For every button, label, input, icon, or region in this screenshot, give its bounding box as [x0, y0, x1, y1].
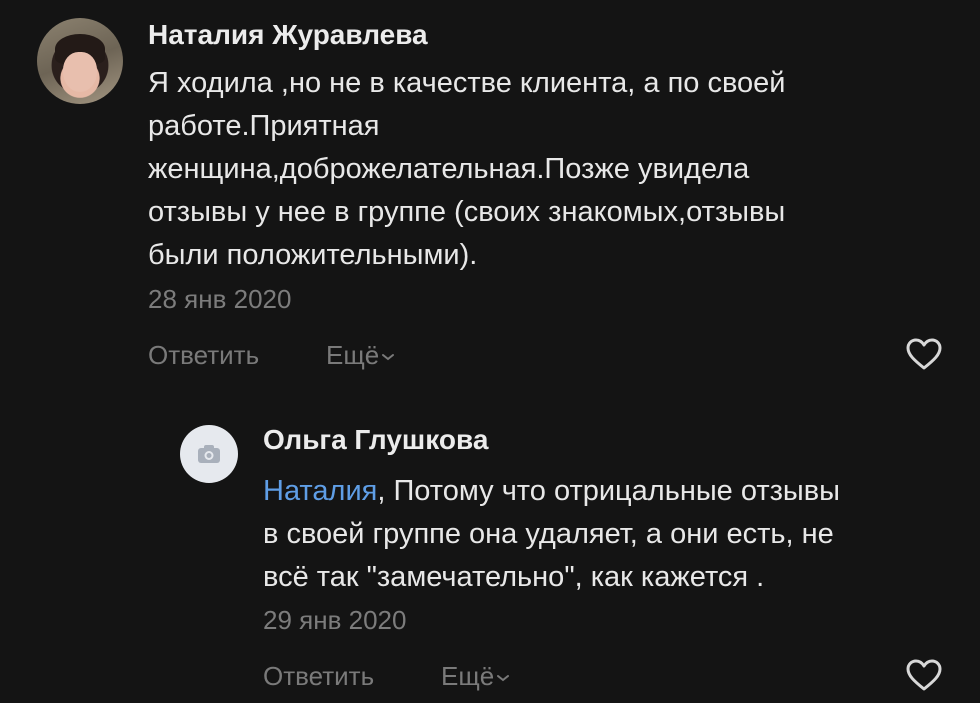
heart-icon[interactable]: [905, 337, 943, 371]
comment-text-line: Наталия, Потому что отрицальные отзывы: [263, 470, 943, 513]
camera-icon: [198, 445, 220, 463]
avatar-face: [63, 52, 97, 92]
chevron-down-icon: [497, 675, 510, 682]
author-name[interactable]: Ольга Глушкова: [263, 424, 488, 456]
comment-text-line: работе.Приятная: [148, 110, 380, 142]
comment-text: Наталия, Потому что отрицальные отзывы в…: [263, 470, 943, 599]
mention-link[interactable]: Наталия: [263, 475, 377, 507]
comment-text-line: были положительными).: [148, 239, 478, 271]
author-name[interactable]: Наталия Журавлева: [148, 19, 428, 51]
heart-icon[interactable]: [905, 658, 943, 692]
comment-text: Я ходила ,но не в качестве клиента, а по…: [148, 62, 928, 277]
reply-button[interactable]: Ответить: [263, 661, 374, 692]
comment-text-line: Я ходила ,но не в качестве клиента, а по…: [148, 67, 786, 99]
comment-date: 28 янв 2020: [148, 284, 292, 314]
avatar[interactable]: [180, 425, 238, 483]
comment-item: Наталия Журавлева Я ходила ,но не в каче…: [0, 0, 980, 400]
more-button[interactable]: Ещё: [326, 340, 395, 371]
more-button[interactable]: Ещё: [441, 661, 510, 692]
avatar[interactable]: [37, 18, 123, 104]
reply-comment-item: Ольга Глушкова Наталия, Потому что отриц…: [0, 400, 980, 703]
chevron-down-icon: [382, 354, 395, 361]
more-label: Ещё: [441, 661, 495, 691]
comment-text-line: в своей группе она удаляет, а они есть, …: [263, 518, 834, 550]
comment-text-line: женщина,доброжелательная.Позже увидела: [148, 153, 750, 185]
comment-text-line: отзывы у нее в группе (своих знакомых,от…: [148, 196, 786, 228]
reply-button[interactable]: Ответить: [148, 340, 259, 371]
comment-text-fragment: , Потому что отрицальные отзывы: [377, 475, 841, 507]
comment-text-line: всё так "замечательно", как кажется .: [263, 561, 765, 593]
more-label: Ещё: [326, 340, 380, 370]
comment-date: 29 янв 2020: [263, 605, 407, 635]
